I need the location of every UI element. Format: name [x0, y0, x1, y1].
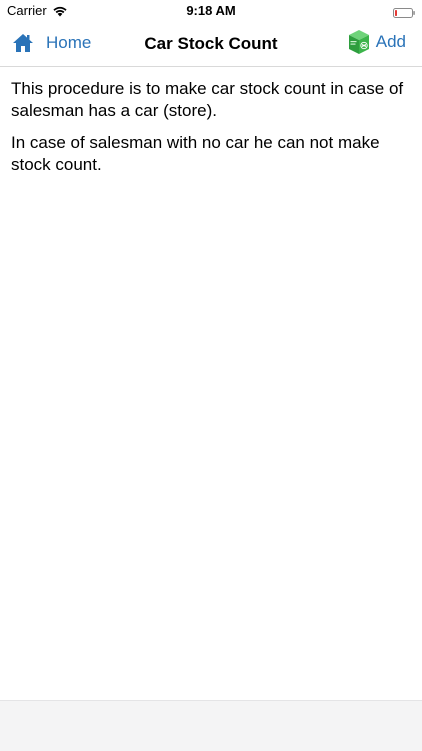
status-bar: Carrier 9:18 AM [0, 0, 422, 22]
add-button[interactable]: Add [346, 28, 406, 56]
bottom-toolbar [0, 700, 422, 751]
paragraph: This procedure is to make car stock coun… [11, 79, 404, 120]
add-box-icon [346, 28, 372, 56]
battery-icon [393, 5, 415, 18]
content-area: This procedure is to make car stock coun… [11, 78, 411, 186]
navigation-bar: Home Car Stock Count Add [0, 22, 422, 67]
paragraph: In case of salesman with no car he can n… [11, 133, 380, 174]
status-time: 9:18 AM [186, 3, 236, 18]
add-button-label: Add [375, 32, 406, 51]
